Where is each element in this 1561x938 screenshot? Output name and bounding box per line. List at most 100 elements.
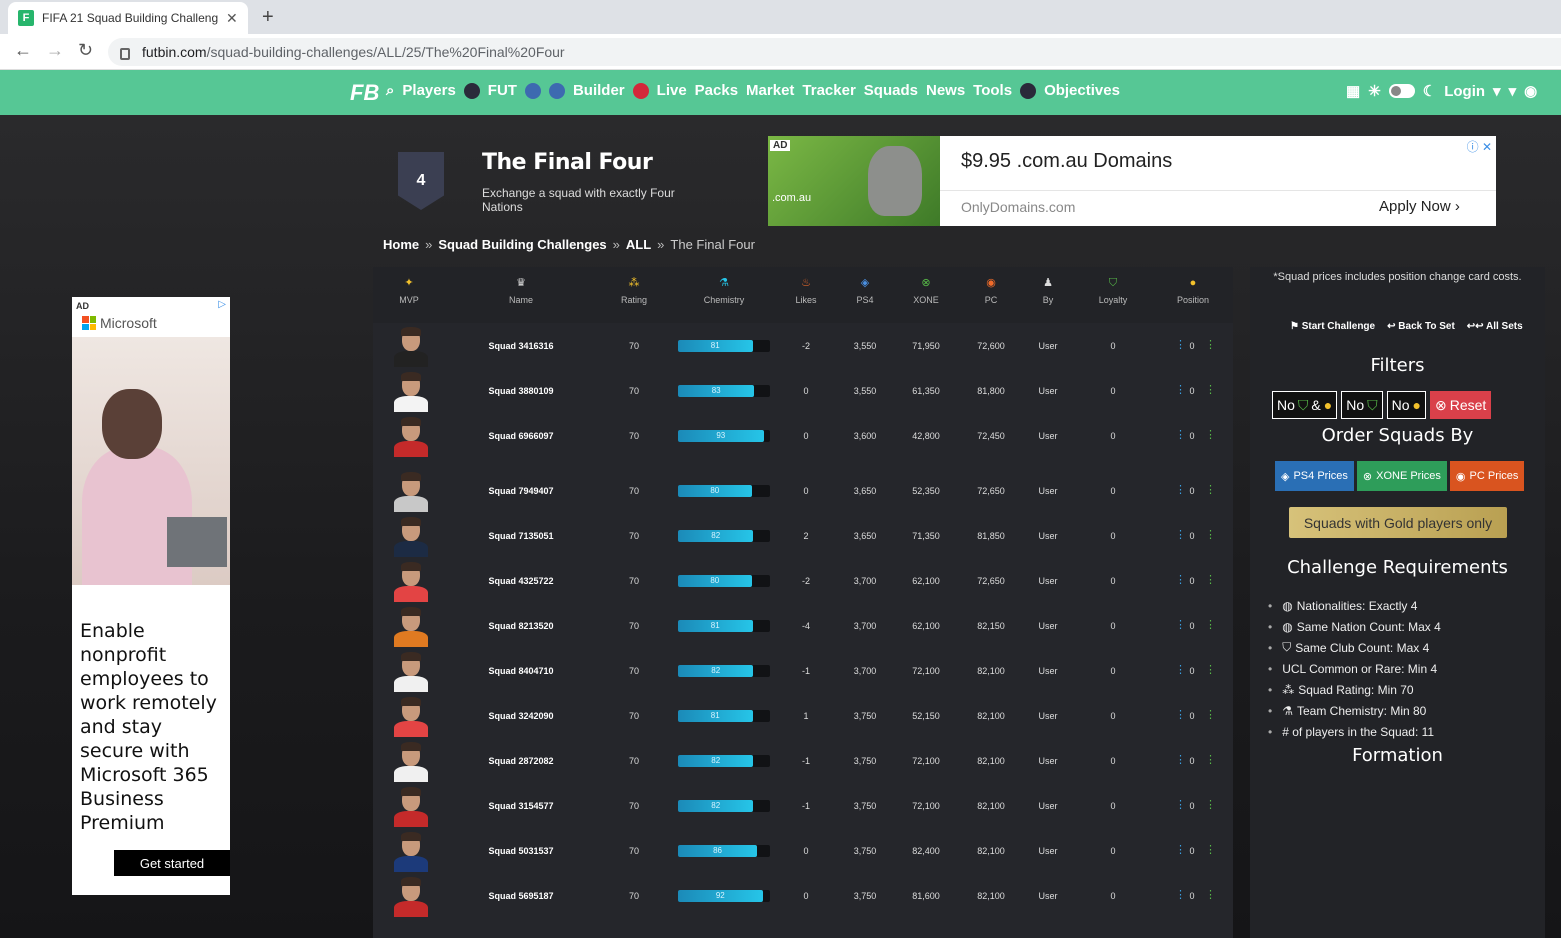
table-row[interactable]: Squad 2872082 70 82 -1 3,750 72,100 82,100 User… — [373, 738, 1233, 783]
breadcrumb-all[interactable]: ALL — [626, 237, 651, 252]
header-loyalty[interactable]: ⛉ Loyalty — [1091, 277, 1135, 305]
squad-name[interactable]: Squad 3242090 — [471, 711, 571, 721]
squad-name[interactable]: Squad 3154577 — [471, 801, 571, 811]
table-row[interactable]: Squad 7135051 70 82 2 3,650 71,350 81,850 User 0… — [373, 513, 1233, 558]
player-avatar[interactable] — [393, 417, 429, 457]
nav-squads[interactable]: Squads — [864, 82, 918, 99]
table-row[interactable]: Squad 3416316 70 81 -2 3,550 71,950 72,600 User… — [373, 323, 1233, 368]
theme-toggle[interactable] — [1388, 84, 1415, 98]
order-xone-button[interactable]: ⊗ XONE Prices — [1356, 461, 1447, 491]
order-ps4-button[interactable]: ◈ PS4 Prices — [1275, 461, 1354, 491]
reload-icon[interactable]: ↻ — [78, 40, 93, 61]
header-mvp[interactable]: ✦ MVP — [393, 277, 425, 305]
header-rating[interactable]: ⁂ Rating — [609, 277, 659, 305]
table-row[interactable]: Squad 3242090 70 81 1 3,750 52,150 82,100 User 0… — [373, 693, 1233, 738]
nav-packs[interactable]: Packs — [695, 82, 738, 99]
filter-reset-button[interactable]: ⊗ Reset — [1430, 391, 1492, 419]
ad-choices-icon[interactable]: ⓘ ✕ — [1467, 138, 1492, 155]
breadcrumb-home[interactable]: Home — [383, 237, 419, 252]
eye-icon[interactable]: ◉ — [1524, 82, 1537, 100]
avatar-shirt — [394, 496, 428, 512]
nav-fut[interactable]: FUT — [488, 82, 517, 99]
squad-name[interactable]: Squad 4325722 — [471, 576, 571, 586]
table-row[interactable]: Squad 3154577 70 82 -1 3,750 72,100 82,100 User… — [373, 783, 1233, 828]
player-avatar[interactable] — [393, 372, 429, 412]
champions-icon[interactable] — [524, 82, 541, 99]
calculator-icon[interactable]: ▦ — [1346, 82, 1360, 100]
player-avatar[interactable] — [393, 562, 429, 602]
back-to-set-link[interactable]: ↩ Back To Set — [1387, 321, 1455, 332]
nav-market[interactable]: Market — [746, 82, 794, 99]
start-challenge-link[interactable]: ⚑ Start Challenge — [1290, 321, 1375, 332]
browser-tab[interactable]: F FIFA 21 Squad Building Challenges ✕ — [8, 2, 248, 34]
squad-name[interactable]: Squad 8404710 — [471, 666, 571, 676]
header-likes[interactable]: ♨ Likes — [786, 277, 826, 305]
squad-name[interactable]: Squad 5031537 — [471, 846, 571, 856]
back-icon[interactable]: ← — [14, 40, 32, 61]
ad-apply-button[interactable]: Apply Now › — [1379, 198, 1460, 215]
squad-name[interactable]: Squad 7949407 — [471, 486, 571, 496]
player-avatar[interactable] — [393, 877, 429, 917]
ad-get-started-button[interactable]: Get started — [114, 850, 230, 876]
player-avatar[interactable] — [393, 472, 429, 512]
squad-name[interactable]: Squad 2872082 — [471, 756, 571, 766]
gold-players-button[interactable]: Squads with Gold players only — [1289, 507, 1507, 538]
header-chemistry[interactable]: ⚗ Chemistry — [693, 277, 755, 305]
forward-icon[interactable]: → — [46, 40, 64, 61]
table-row[interactable]: Squad 8213520 70 81 -4 3,700 62,100 82,150 User… — [373, 603, 1233, 648]
player-avatar[interactable] — [393, 697, 429, 737]
player-avatar[interactable] — [393, 327, 429, 367]
breadcrumb-sbc[interactable]: Squad Building Challenges — [438, 237, 606, 252]
player-avatar[interactable] — [393, 607, 429, 647]
squad-name[interactable]: Squad 8213520 — [471, 621, 571, 631]
player-avatar[interactable] — [393, 652, 429, 692]
nav-news[interactable]: News — [926, 82, 965, 99]
address-bar[interactable]: futbin.com/squad-building-challenges/ALL… — [108, 38, 1561, 66]
header-position[interactable]: ● Position — [1171, 277, 1215, 305]
login-link[interactable]: Login — [1444, 83, 1485, 100]
header-name[interactable]: ♛ Name — [491, 277, 551, 305]
tab-close-icon[interactable]: ✕ — [226, 10, 238, 27]
squad-pc-price: 82,100 — [977, 846, 1005, 856]
player-avatar[interactable] — [393, 517, 429, 557]
squad-name[interactable]: Squad 5695187 — [471, 891, 571, 901]
side-banner-ad[interactable]: AD ▷ Microsoft Enable nonprofit employee… — [72, 297, 230, 895]
squad-name[interactable]: Squad 7135051 — [471, 531, 571, 541]
new-tab-icon[interactable]: + — [262, 6, 274, 29]
table-row[interactable]: Squad 5695187 70 92 0 3,750 81,600 82,100 User 0… — [373, 873, 1233, 918]
futbin-logo[interactable]: FB — [350, 80, 379, 106]
nav-tools[interactable]: Tools — [973, 82, 1012, 99]
header-ps4[interactable]: ◈ PS4 — [845, 277, 885, 305]
search-icon[interactable]: ⌕ — [386, 82, 394, 99]
player-avatar[interactable] — [393, 742, 429, 782]
table-row[interactable]: Squad 3880109 70 83 0 3,550 61,350 81,800 User 0… — [373, 368, 1233, 413]
squad-name[interactable]: Squad 3416316 — [471, 341, 571, 351]
all-sets-link[interactable]: ↩↩ All Sets — [1467, 321, 1523, 332]
nav-live[interactable]: Live — [657, 82, 687, 99]
filter-no-loyalty[interactable]: No ⛉ — [1341, 391, 1383, 419]
table-row[interactable]: Squad 7949407 70 80 0 3,650 52,350 72,650 User 0… — [373, 468, 1233, 513]
player-avatar[interactable] — [393, 832, 429, 872]
nav-objectives[interactable]: Objectives — [1044, 82, 1120, 99]
platform-icon[interactable]: ▾ — [1493, 82, 1501, 100]
player-avatar[interactable] — [393, 787, 429, 827]
header-xone[interactable]: ⊗ XONE — [904, 277, 948, 305]
header-by[interactable]: ♟ By — [1033, 277, 1063, 305]
world-icon[interactable] — [548, 82, 565, 99]
table-row[interactable]: Squad 6966097 70 93 0 3,600 42,800 72,450 User 0… — [373, 413, 1233, 458]
language-flag-icon[interactable]: ▾ — [1509, 82, 1517, 100]
order-pc-button[interactable]: ◉ PC Prices — [1449, 461, 1525, 491]
table-row[interactable]: Squad 8404710 70 82 -1 3,700 72,100 82,100 User… — [373, 648, 1233, 693]
nav-builder[interactable]: Builder — [573, 82, 625, 99]
nav-players[interactable]: Players — [402, 82, 455, 99]
header-pc[interactable]: ◉ PC — [971, 277, 1011, 305]
filter-no-position[interactable]: No ● — [1386, 391, 1426, 419]
top-banner-ad[interactable]: AD .com.au $9.95 .com.au Domains OnlyDom… — [768, 136, 1496, 226]
table-row[interactable]: Squad 4325722 70 80 -2 3,700 62,100 72,650 User… — [373, 558, 1233, 603]
table-row[interactable]: Squad 5031537 70 86 0 3,750 82,400 82,100 User 0… — [373, 828, 1233, 873]
squad-name[interactable]: Squad 6966097 — [471, 431, 571, 441]
filter-no-loyalty-and-position[interactable]: No ⛉ & ● — [1272, 391, 1338, 419]
ad-choices-icon[interactable]: ▷ — [218, 299, 226, 310]
squad-name[interactable]: Squad 3880109 — [471, 386, 571, 396]
nav-tracker[interactable]: Tracker — [802, 82, 855, 99]
